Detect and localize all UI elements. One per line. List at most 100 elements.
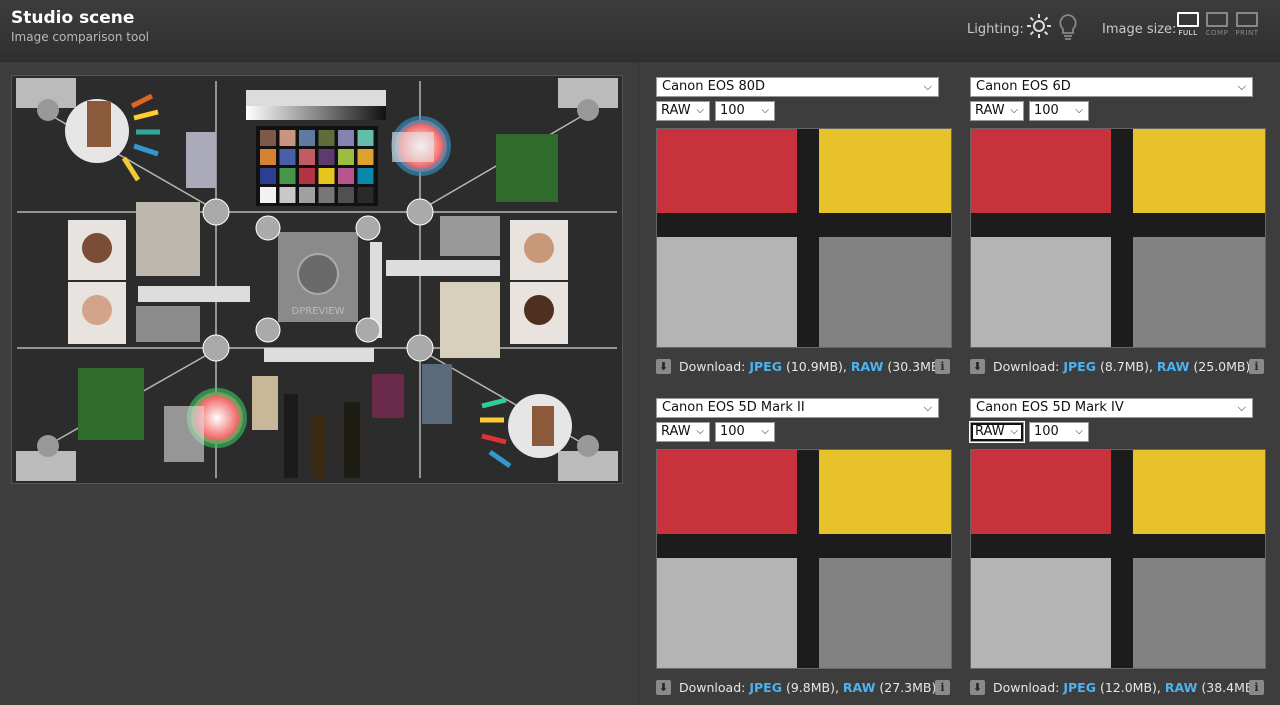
format-select[interactable]: RAW ⌵: [970, 101, 1024, 121]
jpeg-download-link[interactable]: JPEG: [749, 359, 782, 374]
color-checker-patch: [260, 168, 276, 184]
raw-download-link[interactable]: RAW: [843, 680, 876, 695]
download-icon[interactable]: ⬇: [656, 359, 671, 374]
raw-download-link[interactable]: RAW: [1165, 680, 1198, 695]
download-label: Download:: [993, 680, 1060, 695]
size-print-button[interactable]: PRINT: [1234, 12, 1260, 42]
chevron-down-icon: ⌵: [923, 401, 932, 414]
size-comp-button[interactable]: COMP: [1204, 12, 1230, 42]
color-checker-patch: [318, 149, 335, 165]
studio-scene-overview[interactable]: DPREVIEW: [11, 75, 623, 484]
camera-select[interactable]: Canon EOS 5D Mark II ⌵: [656, 398, 939, 418]
chevron-down-icon: ⌵: [1237, 80, 1246, 93]
jpeg-download-link[interactable]: JPEG: [1063, 680, 1096, 695]
format-select-value: RAW: [975, 424, 1005, 439]
iso-select[interactable]: 100 ⌵: [715, 101, 775, 121]
download-text: Download: JPEG (10.9MB), RAW (30.3MB): [679, 359, 944, 374]
crop-image[interactable]: [970, 128, 1266, 348]
info-icon[interactable]: i: [935, 680, 950, 695]
size-comp-label: COMP: [1205, 29, 1229, 37]
color-checker-patch: [338, 168, 354, 184]
jpeg-size: (8.7MB),: [1099, 359, 1153, 374]
color-checker-patch: [357, 149, 374, 165]
tungsten-bulb-icon[interactable]: [1055, 12, 1081, 42]
jpeg-size: (12.0MB),: [1099, 680, 1161, 695]
scene-watermark: DPREVIEW: [292, 306, 345, 317]
color-checker-patch: [299, 187, 315, 203]
image-size-label: Image size:: [1102, 22, 1177, 37]
info-icon[interactable]: i: [1249, 680, 1264, 695]
download-text: Download: JPEG (8.7MB), RAW (25.0MB): [993, 359, 1250, 374]
page-title: Studio scene: [11, 8, 135, 28]
iso-select-value: 100: [720, 103, 745, 118]
download-label: Download:: [993, 359, 1060, 374]
iso-select-value: 100: [720, 424, 745, 439]
crop-image[interactable]: [656, 449, 952, 669]
camera-select-value: Canon EOS 80D: [662, 79, 765, 94]
iso-select[interactable]: 100 ⌵: [1029, 422, 1089, 442]
app-header: Studio scene Image comparison tool Light…: [0, 0, 1280, 62]
chevron-down-icon: ⌵: [761, 105, 769, 116]
chevron-down-icon: ⌵: [1010, 105, 1018, 116]
chevron-down-icon: ⌵: [1075, 105, 1083, 116]
raw-download-link[interactable]: RAW: [851, 359, 884, 374]
jpeg-size: (9.8MB),: [785, 680, 839, 695]
crop-image[interactable]: [656, 128, 952, 348]
jpeg-size: (10.9MB),: [785, 359, 847, 374]
chevron-down-icon: ⌵: [1010, 426, 1018, 437]
daylight-icon[interactable]: [1026, 12, 1052, 42]
comp-size-icon: [1206, 12, 1228, 27]
print-size-icon: [1236, 12, 1258, 27]
format-select[interactable]: RAW ⌵: [656, 422, 710, 442]
jpeg-download-link[interactable]: JPEG: [749, 680, 782, 695]
full-size-icon: [1177, 12, 1199, 27]
camera-select-value: Canon EOS 5D Mark IV: [976, 400, 1124, 415]
color-checker-patch: [318, 130, 335, 146]
color-checker-patch: [318, 187, 335, 203]
iso-select-value: 100: [1034, 103, 1059, 118]
column-divider: [638, 63, 639, 705]
chevron-down-icon: ⌵: [696, 105, 704, 116]
format-select[interactable]: RAW ⌵: [656, 101, 710, 121]
color-checker-patch: [338, 187, 354, 203]
download-icon[interactable]: ⬇: [970, 680, 985, 695]
chevron-down-icon: ⌵: [696, 426, 704, 437]
color-checker-patch: [279, 149, 296, 165]
camera-select[interactable]: Canon EOS 6D ⌵: [970, 77, 1253, 97]
download-row: ⬇ Download: JPEG (10.9MB), RAW (30.3MB) …: [656, 359, 952, 375]
size-full-button[interactable]: FULL: [1175, 12, 1201, 42]
raw-download-link[interactable]: RAW: [1157, 359, 1190, 374]
format-select[interactable]: RAW ⌵: [970, 422, 1024, 442]
iso-select[interactable]: 100 ⌵: [715, 422, 775, 442]
color-checker-patch: [338, 130, 354, 146]
crop-image[interactable]: [970, 449, 1266, 669]
size-full-label: FULL: [1178, 29, 1198, 37]
color-checker-patch: [260, 149, 276, 165]
size-print-label: PRINT: [1235, 29, 1259, 37]
camera-select[interactable]: Canon EOS 5D Mark IV ⌵: [970, 398, 1253, 418]
color-checker-patch: [260, 130, 276, 146]
download-icon[interactable]: ⬇: [656, 680, 671, 695]
format-select-value: RAW: [975, 103, 1005, 118]
camera-select[interactable]: Canon EOS 80D ⌵: [656, 77, 939, 97]
info-icon[interactable]: i: [935, 359, 950, 374]
chevron-down-icon: ⌵: [761, 426, 769, 437]
lighting-label: Lighting:: [967, 22, 1024, 37]
format-select-value: RAW: [661, 424, 691, 439]
camera-select-value: Canon EOS 5D Mark II: [662, 400, 805, 415]
color-checker-patch: [279, 187, 296, 203]
color-checker-patch: [357, 187, 374, 203]
iso-select-value: 100: [1034, 424, 1059, 439]
download-icon[interactable]: ⬇: [970, 359, 985, 374]
color-checker-patch: [318, 168, 335, 184]
iso-select[interactable]: 100 ⌵: [1029, 101, 1089, 121]
jpeg-download-link[interactable]: JPEG: [1063, 359, 1096, 374]
format-select-value: RAW: [661, 103, 691, 118]
color-checker-patch: [338, 149, 354, 165]
page-subtitle: Image comparison tool: [11, 30, 149, 44]
color-checker-patch: [357, 168, 374, 184]
color-checker-patch: [299, 130, 315, 146]
info-icon[interactable]: i: [1249, 359, 1264, 374]
color-checker-patch: [279, 130, 296, 146]
color-checker-patch: [299, 149, 315, 165]
